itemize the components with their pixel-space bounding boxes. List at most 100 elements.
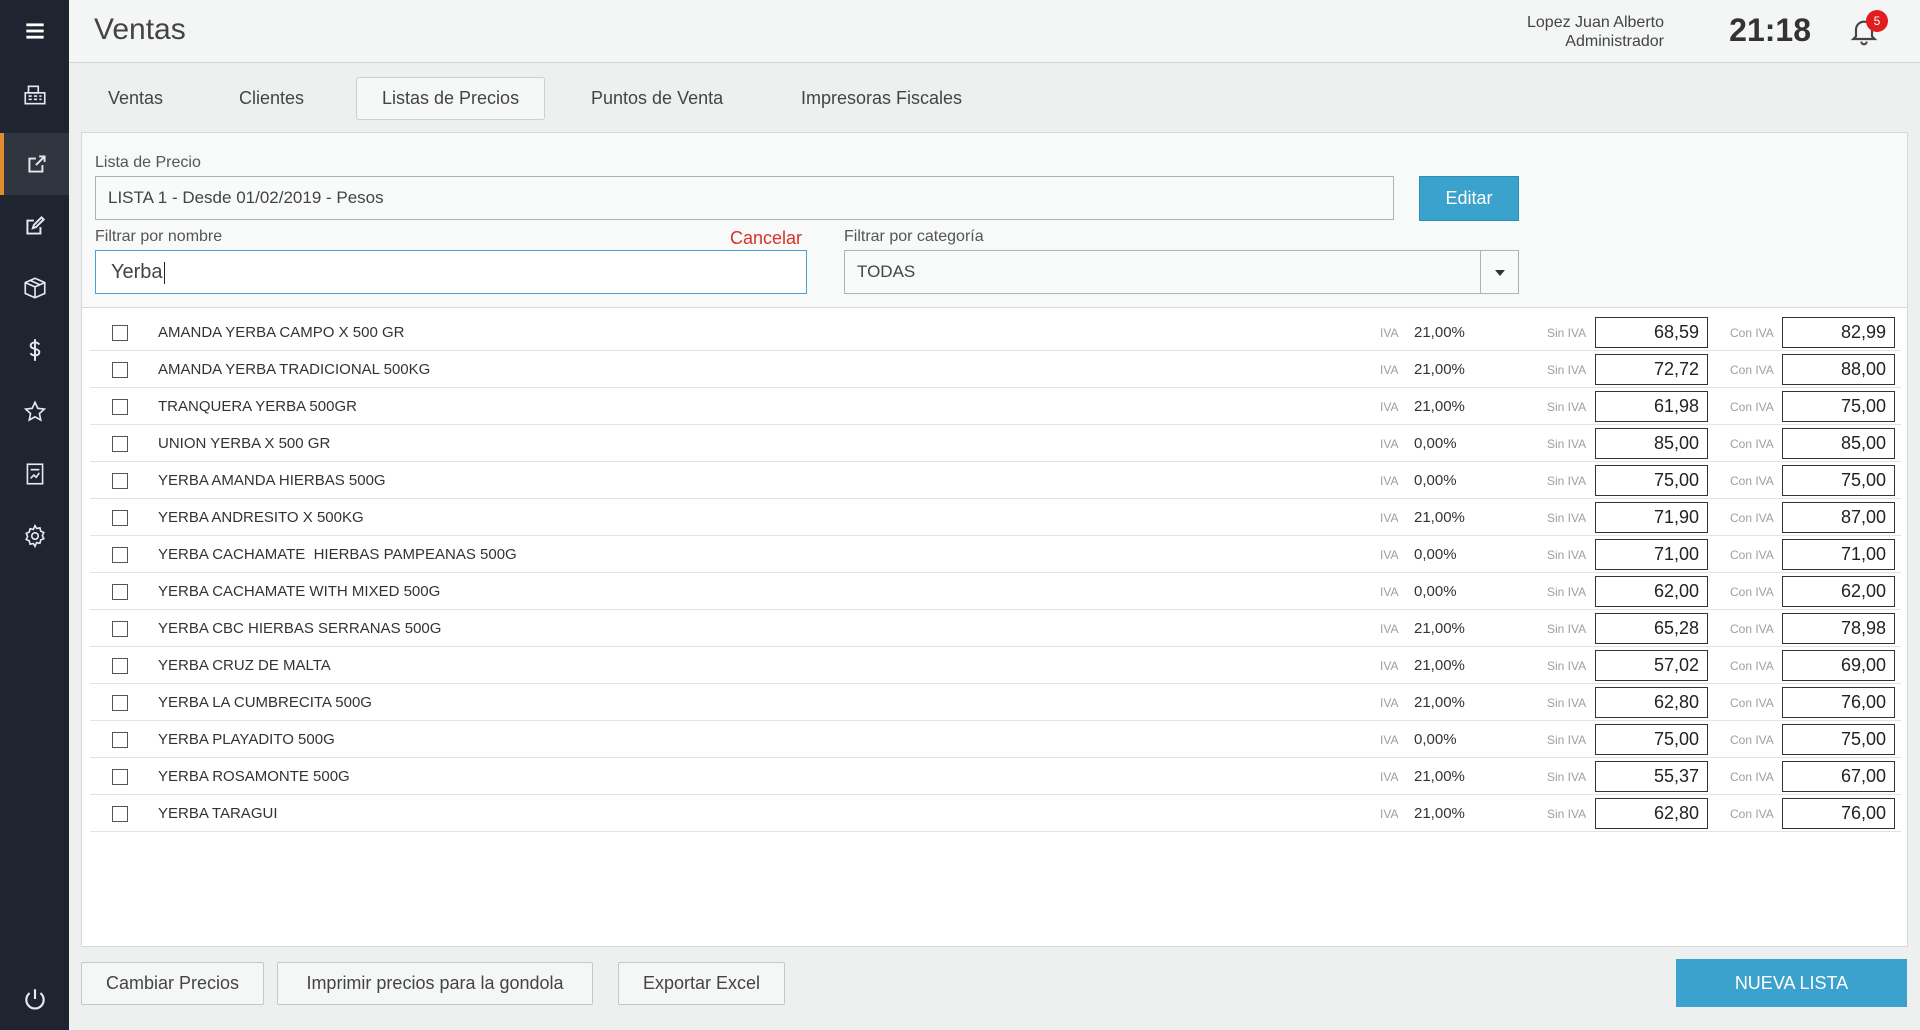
tab-puntos-de-venta[interactable]: Puntos de Venta [566, 77, 748, 120]
iva-rate: 0,00% [1414, 583, 1457, 600]
product-name: YERBA ANDRESITO X 500KG [158, 509, 364, 526]
price-con-iva-input[interactable]: 76,00 [1782, 798, 1895, 829]
price-con-iva-input[interactable]: 87,00 [1782, 502, 1895, 533]
product-name: YERBA AMANDA HIERBAS 500G [158, 472, 386, 489]
export-excel-button[interactable]: Exportar Excel [618, 962, 785, 1005]
new-list-button[interactable]: NUEVA LISTA [1676, 959, 1907, 1007]
price-con-iva-input[interactable]: 88,00 [1782, 354, 1895, 385]
product-name: YERBA ROSAMONTE 500G [158, 768, 350, 785]
price-con-iva-input[interactable]: 75,00 [1782, 724, 1895, 755]
row-checkbox[interactable] [112, 695, 128, 711]
price-sin-iva-input[interactable]: 62,00 [1595, 576, 1708, 607]
price-sin-iva-input[interactable]: 75,00 [1595, 724, 1708, 755]
price-con-iva-input[interactable]: 75,00 [1782, 391, 1895, 422]
menu-icon[interactable] [0, 0, 69, 62]
row-checkbox[interactable] [112, 436, 128, 452]
notifications-button[interactable]: 5 [1848, 10, 1888, 50]
row-checkbox[interactable] [112, 510, 128, 526]
power-icon[interactable] [0, 968, 69, 1030]
price-con-iva-input[interactable]: 69,00 [1782, 650, 1895, 681]
sin-iva-label: Sin IVA [1547, 400, 1587, 414]
price-con-iva-input[interactable]: 82,99 [1782, 317, 1895, 348]
gear-icon[interactable] [0, 505, 69, 567]
tab-ventas[interactable]: Ventas [83, 77, 188, 120]
iva-label: IVA [1380, 733, 1399, 747]
sidebar [0, 0, 69, 1030]
iva-label: IVA [1380, 326, 1399, 340]
iva-rate: 21,00% [1414, 657, 1465, 674]
edit-button[interactable]: Editar [1419, 176, 1519, 221]
cancel-link[interactable]: Cancelar [730, 228, 802, 249]
name-filter-input[interactable]: Yerba [95, 250, 807, 294]
row-checkbox[interactable] [112, 399, 128, 415]
iva-label: IVA [1380, 696, 1399, 710]
row-checkbox[interactable] [112, 362, 128, 378]
row-checkbox[interactable] [112, 806, 128, 822]
price-con-iva-input[interactable]: 76,00 [1782, 687, 1895, 718]
tab-listas-de-precios[interactable]: Listas de Precios [356, 77, 546, 120]
dollar-icon[interactable] [0, 319, 69, 381]
price-sin-iva-input[interactable]: 71,90 [1595, 502, 1708, 533]
price-con-iva-input[interactable]: 78,98 [1782, 613, 1895, 644]
list-item: AMANDA YERBA CAMPO X 500 GR IVA 21,00% Sin … [90, 314, 1901, 351]
price-sin-iva-input[interactable]: 72,72 [1595, 354, 1708, 385]
category-filter-label: Filtrar por categoría [844, 228, 984, 245]
tab-clientes[interactable]: Clientes [214, 77, 329, 120]
product-name: UNION YERBA X 500 GR [158, 435, 331, 452]
price-sin-iva-input[interactable]: 55,37 [1595, 761, 1708, 792]
iva-label: IVA [1380, 511, 1399, 525]
con-iva-label: Con IVA [1730, 437, 1774, 451]
box-icon[interactable] [0, 257, 69, 319]
price-sin-iva-input[interactable]: 75,00 [1595, 465, 1708, 496]
iva-label: IVA [1380, 363, 1399, 377]
iva-rate: 0,00% [1414, 546, 1457, 563]
price-con-iva-input[interactable]: 67,00 [1782, 761, 1895, 792]
name-filter-value: Yerba [111, 261, 163, 283]
price-sin-iva-input[interactable]: 62,80 [1595, 798, 1708, 829]
price-list-label: Lista de Precio [95, 154, 201, 171]
row-checkbox[interactable] [112, 547, 128, 563]
category-select[interactable]: TODAS [844, 250, 1519, 294]
product-name: AMANDA YERBA TRADICIONAL 500KG [158, 361, 431, 378]
list-item: YERBA LA CUMBRECITA 500G IVA 21,00% Sin IVA… [90, 684, 1901, 721]
row-checkbox[interactable] [112, 325, 128, 341]
row-checkbox[interactable] [112, 658, 128, 674]
star-icon[interactable] [0, 381, 69, 443]
iva-rate: 21,00% [1414, 768, 1465, 785]
row-checkbox[interactable] [112, 769, 128, 785]
sin-iva-label: Sin IVA [1547, 807, 1587, 821]
print-prices-button[interactable]: Imprimir precios para la gondola [277, 962, 593, 1005]
price-sin-iva-input[interactable]: 65,28 [1595, 613, 1708, 644]
price-con-iva-input[interactable]: 75,00 [1782, 465, 1895, 496]
iva-label: IVA [1380, 807, 1399, 821]
iva-rate: 21,00% [1414, 620, 1465, 637]
iva-rate: 0,00% [1414, 731, 1457, 748]
chevron-down-icon[interactable] [1480, 251, 1518, 293]
price-con-iva-input[interactable]: 85,00 [1782, 428, 1895, 459]
edit-square-icon[interactable] [0, 195, 69, 257]
list-item: YERBA ROSAMONTE 500G IVA 21,00% Sin IVA 55,3… [90, 758, 1901, 795]
report-icon[interactable] [0, 443, 69, 505]
con-iva-label: Con IVA [1730, 770, 1774, 784]
cash-register-icon[interactable] [0, 64, 69, 126]
sin-iva-label: Sin IVA [1547, 474, 1587, 488]
price-sin-iva-input[interactable]: 61,98 [1595, 391, 1708, 422]
price-sin-iva-input[interactable]: 68,59 [1595, 317, 1708, 348]
tab-impresoras-fiscales[interactable]: Impresoras Fiscales [776, 77, 987, 120]
sidebar-item-listas-precios[interactable] [0, 133, 69, 195]
price-sin-iva-input[interactable]: 57,02 [1595, 650, 1708, 681]
iva-rate: 0,00% [1414, 472, 1457, 489]
price-con-iva-input[interactable]: 62,00 [1782, 576, 1895, 607]
price-list-select[interactable]: LISTA 1 - Desde 01/02/2019 - Pesos [95, 176, 1394, 220]
price-sin-iva-input[interactable]: 71,00 [1595, 539, 1708, 570]
row-checkbox[interactable] [112, 732, 128, 748]
change-prices-button[interactable]: Cambiar Precios [81, 962, 264, 1005]
con-iva-label: Con IVA [1730, 363, 1774, 377]
row-checkbox[interactable] [112, 584, 128, 600]
price-con-iva-input[interactable]: 71,00 [1782, 539, 1895, 570]
row-checkbox[interactable] [112, 473, 128, 489]
list-item: YERBA CBC HIERBAS SERRANAS 500G IVA 21,00%… [90, 610, 1901, 647]
price-sin-iva-input[interactable]: 62,80 [1595, 687, 1708, 718]
price-sin-iva-input[interactable]: 85,00 [1595, 428, 1708, 459]
row-checkbox[interactable] [112, 621, 128, 637]
